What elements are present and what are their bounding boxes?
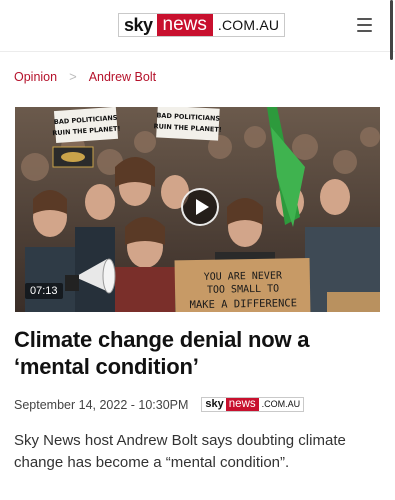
cardboard-sign-line-3: MAKE A DIFFERENCE (189, 297, 297, 311)
page-scrollbar[interactable] (390, 0, 393, 60)
article-meta: September 14, 2022 - 10:30PM sky news .C… (14, 397, 305, 412)
mini-logo-news: news (225, 398, 259, 411)
play-icon[interactable] (181, 188, 219, 226)
mini-logo-sky: sky (202, 398, 226, 411)
logo-sky-text: sky (119, 14, 157, 36)
breadcrumb: Opinion > Andrew Bolt (14, 69, 156, 84)
logo-domain-text: .COM.AU (212, 14, 285, 36)
cardboard-sign-line-2: TOO SMALL TO (207, 284, 279, 296)
sky-news-logo[interactable]: sky news .COM.AU (118, 13, 286, 37)
article-summary: Sky News host Andrew Bolt says doubting … (14, 432, 346, 471)
breadcrumb-opinion[interactable]: Opinion (14, 70, 57, 84)
article-date: September 14, 2022 - 10:30PM (14, 397, 189, 412)
video-duration-badge: 07:13 (25, 283, 63, 299)
site-header: sky news .COM.AU (0, 0, 395, 52)
article-headline: Climate change denial now a ‘mental cond… (14, 327, 310, 379)
mini-logo-domain: .COM.AU (258, 398, 304, 411)
breadcrumb-andrew-bolt[interactable]: Andrew Bolt (89, 70, 156, 84)
sky-news-source-logo: sky news .COM.AU (201, 397, 305, 412)
cardboard-sign-line-1: YOU ARE NEVER (204, 271, 283, 283)
chevron-right-icon: > (69, 69, 77, 84)
logo-news-text: news (156, 14, 213, 36)
hamburger-menu-icon[interactable] (357, 18, 372, 32)
